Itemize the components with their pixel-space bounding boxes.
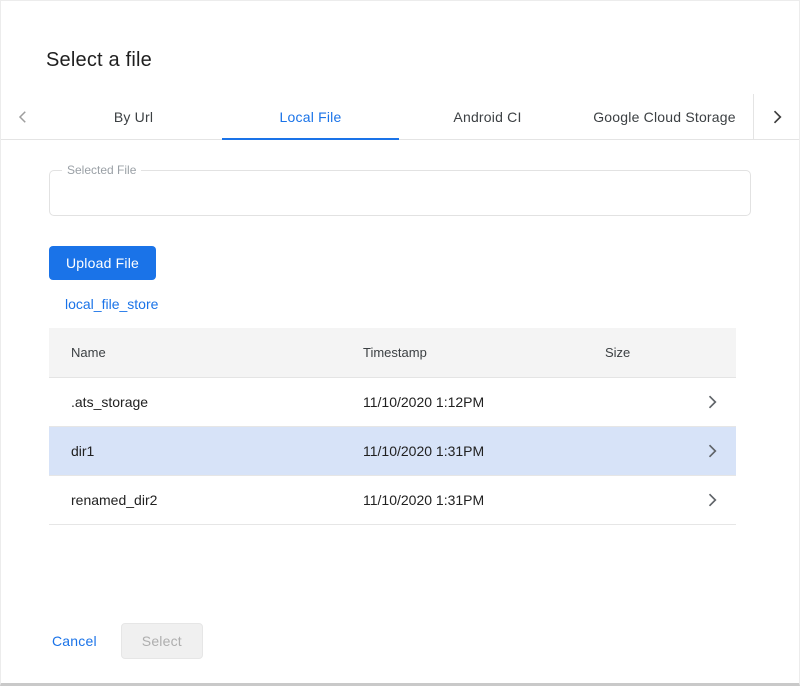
table-row[interactable]: .ats_storage 11/10/2020 1:12PM bbox=[49, 378, 736, 427]
column-header-size: Size bbox=[605, 345, 688, 360]
column-header-timestamp: Timestamp bbox=[363, 345, 605, 360]
tab-label: By Url bbox=[114, 109, 153, 125]
table-row[interactable]: renamed_dir2 11/10/2020 1:31PM bbox=[49, 476, 736, 525]
tab-bar: By Url Local File Android CI Google Clou… bbox=[1, 94, 799, 140]
tab-google-cloud-storage[interactable]: Google Cloud Storage bbox=[576, 94, 753, 139]
cancel-button[interactable]: Cancel bbox=[46, 625, 103, 657]
file-name: dir1 bbox=[71, 443, 363, 459]
selected-file-label: Selected File bbox=[62, 163, 141, 177]
selected-file-input[interactable] bbox=[50, 171, 750, 215]
chevron-right-icon[interactable] bbox=[688, 392, 736, 412]
tabs-scroll-right-button[interactable] bbox=[753, 94, 799, 139]
file-name: renamed_dir2 bbox=[71, 492, 363, 508]
file-timestamp: 11/10/2020 1:31PM bbox=[363, 443, 605, 459]
chevron-right-icon[interactable] bbox=[688, 441, 736, 461]
dialog-title: Select a file bbox=[1, 1, 799, 72]
table-row[interactable]: dir1 11/10/2020 1:31PM bbox=[49, 427, 736, 476]
tab-label: Google Cloud Storage bbox=[593, 109, 736, 125]
chevron-right-icon bbox=[767, 107, 787, 127]
tab-by-url[interactable]: By Url bbox=[45, 94, 222, 139]
tab-local-file[interactable]: Local File bbox=[222, 94, 399, 139]
file-table: Name Timestamp Size .ats_storage 11/10/2… bbox=[49, 328, 736, 525]
chevron-left-icon bbox=[14, 108, 32, 126]
select-file-dialog: Select a file By Url Local File Android … bbox=[0, 0, 800, 686]
dialog-footer: Cancel Select bbox=[46, 623, 203, 659]
column-header-name: Name bbox=[71, 345, 363, 360]
tab-label: Local File bbox=[280, 109, 342, 125]
tab-android-ci[interactable]: Android CI bbox=[399, 94, 576, 139]
file-timestamp: 11/10/2020 1:12PM bbox=[363, 394, 605, 410]
upload-file-button[interactable]: Upload File bbox=[49, 246, 156, 280]
tab-label: Android CI bbox=[453, 109, 521, 125]
local-file-store-link[interactable]: local_file_store bbox=[65, 296, 158, 312]
selected-file-field: Selected File bbox=[49, 170, 751, 216]
file-name: .ats_storage bbox=[71, 394, 363, 410]
table-header-row: Name Timestamp Size bbox=[49, 328, 736, 378]
tabs-scroll-left-button[interactable] bbox=[1, 94, 45, 139]
chevron-right-icon[interactable] bbox=[688, 490, 736, 510]
file-timestamp: 11/10/2020 1:31PM bbox=[363, 492, 605, 508]
select-button[interactable]: Select bbox=[121, 623, 203, 659]
